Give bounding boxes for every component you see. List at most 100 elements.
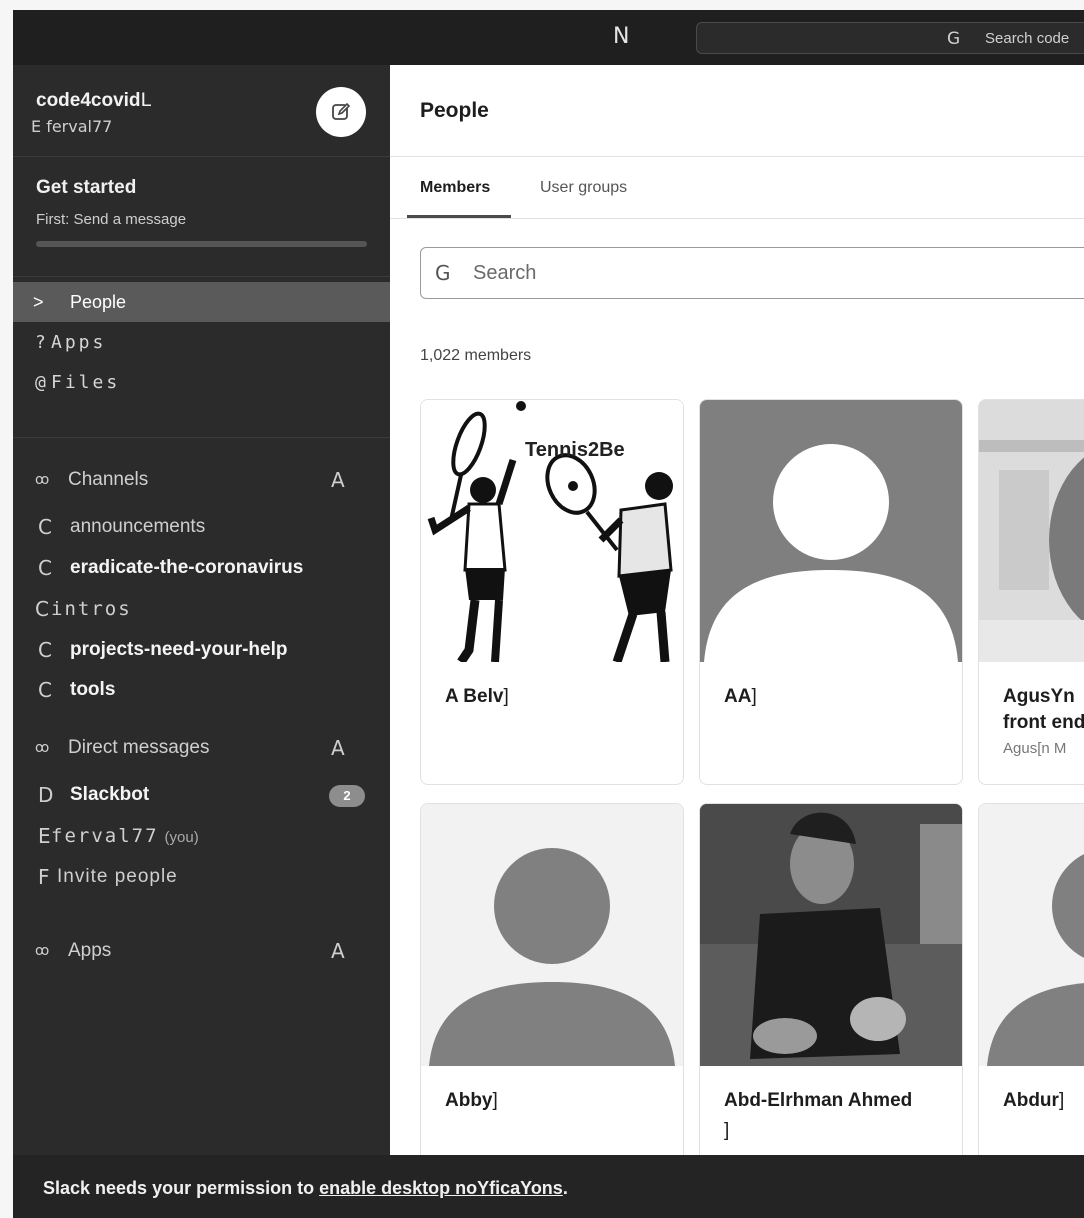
member-name[interactable]: Abd-Elrhman Ahmed]	[724, 1086, 954, 1146]
channel-intros[interactable]: C intros	[13, 590, 390, 628]
sidebar-item-label: Files	[51, 372, 121, 393]
channel-icon: C	[38, 678, 52, 702]
status-icon: ]	[751, 686, 757, 707]
add-app-icon[interactable]: A	[331, 934, 345, 968]
active-tab-indicator	[407, 215, 511, 218]
member-subtitle: Agus[n M	[1003, 740, 1067, 757]
member-card[interactable]: Tennis2Be A Belv]	[420, 399, 684, 785]
search-icon: G	[947, 29, 961, 49]
dm-self-name: ferval77	[51, 825, 159, 847]
member-name[interactable]: A Belv]	[445, 682, 675, 712]
people-search-box[interactable]: G	[420, 247, 1084, 299]
get-started-panel[interactable]: Get started First: Send a message	[13, 157, 390, 277]
member-photo	[979, 400, 1084, 662]
channels-section-header[interactable]: ꝏ Channels A	[13, 463, 390, 497]
tennis-logo-text: Tennis2Be	[525, 439, 625, 461]
add-dm-icon[interactable]: A	[331, 731, 345, 765]
direct-messages-section-header[interactable]: ꝏ Direct messages A	[13, 731, 390, 765]
add-channel-icon[interactable]: A	[331, 463, 345, 497]
member-card[interactable]: Abby]	[420, 803, 684, 1189]
get-started-progress	[36, 241, 367, 247]
tab-members[interactable]: Members	[420, 179, 490, 197]
user-avatar-icon: E	[38, 824, 51, 848]
unread-badge: 2	[329, 785, 365, 807]
divider	[13, 437, 390, 438]
workspace-search-bar[interactable]: G Search code	[696, 22, 1084, 54]
dm-label: ferval77 (you)	[51, 817, 199, 857]
compose-button[interactable]	[316, 87, 366, 137]
you-tag: (you)	[164, 829, 199, 846]
member-photo	[700, 804, 962, 1066]
section-label: Channels	[68, 469, 149, 490]
channel-label: eradicate-the-coronavirus	[70, 557, 304, 578]
status-icon: ]	[492, 1090, 498, 1111]
workspace-name[interactable]: code4covidL	[36, 89, 151, 112]
status-icon: E	[31, 117, 42, 136]
panel-header: People	[390, 65, 1084, 157]
apps-section-header[interactable]: ꝏ Apps A	[13, 934, 390, 968]
page-title: People	[420, 99, 489, 122]
channel-label: projects-need-your-help	[70, 639, 288, 660]
member-photo	[421, 804, 683, 1066]
sidebar-item-people[interactable]: > People	[13, 282, 390, 322]
tennis-illustration: Tennis2Be	[427, 401, 673, 662]
member-name-text: Abdur	[1003, 1090, 1059, 1111]
banner-period: .	[562, 1178, 568, 1198]
app-window: N G Search code code4covidL E ferval77 G…	[13, 10, 1084, 1218]
member-name[interactable]: AgusYn	[1003, 682, 1084, 712]
invite-people[interactable]: F Invite people	[13, 858, 390, 896]
member-card[interactable]: Abdur]	[978, 803, 1084, 1189]
sidebar-item-files[interactable]: @ Files	[13, 363, 390, 403]
dm-self[interactable]: E ferval77 (you)	[13, 817, 390, 855]
member-name-text: AA	[724, 686, 752, 707]
history-icon[interactable]: N	[613, 24, 629, 49]
people-search-input[interactable]	[473, 258, 1073, 288]
member-card[interactable]: Abd-Elrhman Ahmed]	[699, 803, 963, 1189]
channel-eradicate-the-coronavirus[interactable]: C eradicate-the-coronavirus	[13, 549, 390, 587]
office-portrait	[979, 400, 1084, 662]
member-photo	[979, 804, 1084, 1066]
member-name-text: Abby	[445, 1090, 493, 1111]
invite-label: Invite people	[57, 866, 178, 887]
current-user: E ferval77	[31, 117, 112, 136]
default-avatar-icon	[987, 854, 1084, 1066]
default-avatar-icon	[429, 848, 675, 1066]
add-user-icon: F	[38, 865, 50, 889]
chevron-down-icon: L	[140, 89, 152, 111]
people-icon: >	[33, 292, 44, 312]
caret-down-icon[interactable]: ꝏ	[35, 934, 49, 968]
section-label: Apps	[68, 940, 112, 961]
channel-projects-need-your-help[interactable]: C projects-need-your-help	[13, 631, 390, 669]
edit-icon	[332, 102, 351, 120]
member-name[interactable]: Abby]	[445, 1086, 675, 1116]
tab-user-groups[interactable]: User groups	[540, 179, 627, 197]
workspace-header[interactable]: code4covidL E ferval77	[13, 65, 390, 157]
apps-icon: ?	[35, 332, 46, 353]
dm-label: Slackbot	[70, 784, 150, 805]
man-portrait	[700, 804, 962, 1066]
files-icon: @	[35, 372, 46, 393]
status-icon: ]	[1058, 1090, 1065, 1111]
caret-down-icon[interactable]: ꝏ	[35, 463, 49, 497]
dm-slackbot[interactable]: D Slackbot 2	[13, 776, 390, 814]
channel-tools[interactable]: C tools	[13, 671, 390, 709]
sidebar-item-apps[interactable]: ? Apps	[13, 323, 390, 363]
channel-announcements[interactable]: C announcements	[13, 508, 390, 546]
member-card[interactable]: AgusYn front end Agus[n M	[978, 399, 1084, 785]
caret-down-icon[interactable]: ꝏ	[35, 731, 49, 765]
tab-bar: Members User groups	[390, 157, 1084, 219]
channel-icon: C	[35, 597, 49, 621]
member-name[interactable]: Abdur]	[1003, 1086, 1084, 1116]
sidebar: code4covidL E ferval77 Get started First…	[13, 65, 390, 1155]
member-photo	[700, 400, 962, 662]
top-bar: N G Search code	[13, 10, 1084, 65]
member-name[interactable]: AA]	[724, 682, 954, 712]
member-card[interactable]: AA]	[699, 399, 963, 785]
banner-message: Slack needs your permission to	[43, 1178, 320, 1198]
channel-label: tools	[70, 679, 116, 700]
enable-notifications-link[interactable]: enable desktop noYficaYons	[319, 1178, 563, 1198]
people-panel: People Members User groups G 1,022 membe…	[390, 65, 1084, 1189]
member-photo: Tennis2Be	[421, 400, 683, 662]
status-icon: ]	[724, 1120, 730, 1141]
default-avatar-icon	[704, 444, 958, 662]
